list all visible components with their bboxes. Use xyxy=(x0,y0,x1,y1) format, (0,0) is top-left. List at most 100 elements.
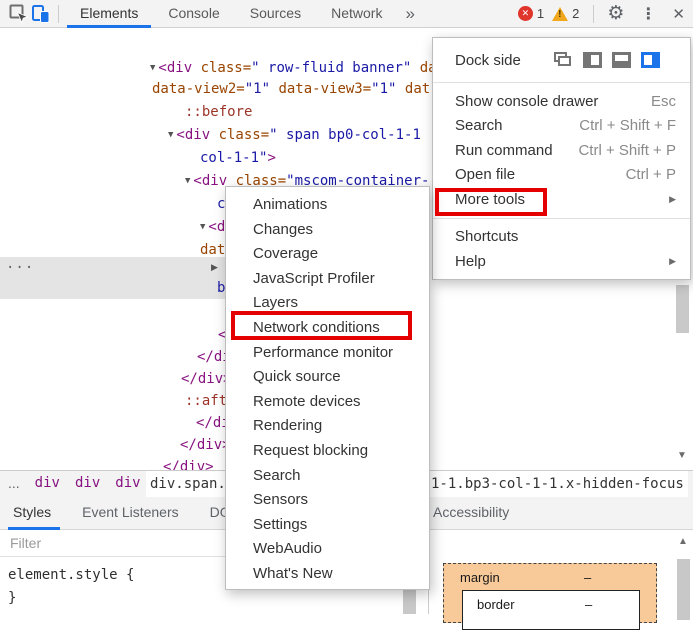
overflow-dots-icon[interactable]: ... xyxy=(6,256,34,272)
close-devtools-icon[interactable]: ✕ xyxy=(672,5,685,23)
breadcrumb-crumb[interactable]: div xyxy=(35,475,60,491)
computed-pane-scrollbar[interactable]: ▲ xyxy=(676,536,691,620)
submenu-item-quick-source[interactable]: Quick source xyxy=(226,365,429,390)
code-segment: <div xyxy=(193,173,228,189)
menu-item-shortcut: Ctrl + P xyxy=(625,166,676,184)
dom-tree-line[interactable]: data-view2="1" data-view3="1" dat xyxy=(152,79,430,99)
expand-arrow-icon: ▼ xyxy=(168,130,174,140)
submenu-item-settings[interactable]: Settings xyxy=(226,513,429,538)
submenu-item-webaudio[interactable]: WebAudio xyxy=(226,537,429,562)
menu-item-label: More tools xyxy=(455,190,526,208)
styles-scrollbar-thumb[interactable] xyxy=(403,587,416,614)
submenu-item-search[interactable]: Search xyxy=(226,464,429,489)
menu-item-shortcut: Esc xyxy=(650,92,676,110)
code-segment: class= xyxy=(192,60,252,76)
menu-item-shortcuts[interactable]: Shortcuts xyxy=(433,225,690,250)
tab-elements[interactable]: Elements xyxy=(65,0,153,28)
collapsed-arrow-icon[interactable]: ▶ xyxy=(211,262,218,273)
selected-dom-row[interactable]: ... ▶ b xyxy=(0,256,227,299)
submenu-item-network-conditions[interactable]: Network conditions xyxy=(226,316,429,341)
menu-item-run-command[interactable]: Run command Ctrl + Shift + P xyxy=(433,138,690,163)
code-segment: data-view2= xyxy=(152,81,245,97)
menu-item-label: Open file xyxy=(455,166,516,184)
dom-tree-line[interactable]: dat xyxy=(200,240,225,260)
more-tabs-icon[interactable]: » xyxy=(397,4,422,24)
dock-right-icon[interactable] xyxy=(641,52,660,68)
devtools-toolbar: Elements Console Sources Network » ✕ 1 ! 2 … xyxy=(0,0,693,28)
code-segment: dat xyxy=(200,242,226,258)
menu-item-label: Show console drawer xyxy=(455,92,599,110)
element-style-rule-open[interactable]: element.style { xyxy=(8,564,134,587)
dom-tree-line[interactable]: </div> xyxy=(180,435,231,455)
menu-item-search[interactable]: Search Ctrl + Shift + F xyxy=(433,114,690,139)
scrollbar-thumb[interactable] xyxy=(676,285,689,333)
margin-value[interactable]: – xyxy=(584,570,591,585)
submenu-item-coverage[interactable]: Coverage xyxy=(226,242,429,267)
expand-arrow-icon: ▼ xyxy=(150,63,156,73)
element-style-rule-close[interactable]: } xyxy=(8,587,134,610)
box-model-border[interactable]: border – xyxy=(462,590,640,630)
dom-tree-line[interactable]: ▼ <div class=" row-fluid banner" da xyxy=(150,58,437,78)
submenu-item-what-s-new[interactable]: What's New xyxy=(226,562,429,587)
submenu-item-layers[interactable]: Layers xyxy=(226,291,429,316)
code-segment: " span bp0-col-1-1 xyxy=(269,127,421,143)
undock-icon[interactable] xyxy=(554,52,573,68)
tab-console[interactable]: Console xyxy=(153,0,234,28)
dom-tree-line[interactable]: col-1-1"> xyxy=(200,148,276,168)
dom-tree-line[interactable]: ::before xyxy=(185,102,252,122)
breadcrumb-crumb[interactable]: div xyxy=(75,475,100,491)
border-label: border xyxy=(477,597,515,612)
tab-accessibility[interactable]: Accessibility xyxy=(433,497,509,530)
settings-gear-icon[interactable]: ⚙ xyxy=(607,4,624,23)
menu-item-label: Help xyxy=(455,252,486,270)
error-badge[interactable]: ✕ 1 xyxy=(517,6,544,21)
warning-count: 2 xyxy=(572,6,580,21)
breadcrumb-selected-right[interactable]: 1-1.bp3-col-1-1.x-hidden-focus xyxy=(427,471,688,497)
dom-tree-line[interactable]: ▼ <div class=" span bp0-col-1-1 xyxy=(168,125,421,145)
tab-event-listeners[interactable]: Event Listeners xyxy=(82,497,179,530)
submenu-item-changes[interactable]: Changes xyxy=(226,218,429,243)
tab-sources[interactable]: Sources xyxy=(235,0,316,28)
kebab-menu-icon[interactable]: ⋮ xyxy=(640,4,656,24)
scroll-up-icon[interactable]: ▲ xyxy=(678,536,688,547)
more-tools-submenu: Animations Changes Coverage JavaScript Prof… xyxy=(225,186,430,590)
submenu-item-rendering[interactable]: Rendering xyxy=(226,414,429,439)
code-segment: data-view3= xyxy=(270,81,372,97)
dock-bottom-icon[interactable] xyxy=(612,52,631,68)
menu-item-shortcut: Ctrl + Shift + F xyxy=(579,117,676,135)
expand-arrow-icon: ▼ xyxy=(200,222,206,232)
submenu-item-request-blocking[interactable]: Request blocking xyxy=(226,439,429,464)
border-value[interactable]: – xyxy=(585,597,592,612)
submenu-item-javascript-profiler[interactable]: JavaScript Profiler xyxy=(226,267,429,292)
margin-label: margin xyxy=(460,570,500,585)
box-model-margin[interactable]: margin – border – xyxy=(443,563,657,630)
toolbar-separator xyxy=(593,4,595,23)
dom-tree-line[interactable]: </div> xyxy=(181,369,232,389)
dock-left-icon[interactable] xyxy=(583,52,602,68)
menu-item-label: Search xyxy=(455,117,503,135)
menu-item-label: Shortcuts xyxy=(455,228,519,246)
scrollbar-thumb[interactable] xyxy=(677,559,690,620)
submenu-item-sensors[interactable]: Sensors xyxy=(226,488,429,513)
warning-badge[interactable]: ! 2 xyxy=(552,6,579,21)
submenu-item-animations[interactable]: Animations xyxy=(226,193,429,218)
style-rules[interactable]: element.style { } xyxy=(8,564,134,610)
code-segment: class= xyxy=(210,127,270,143)
menu-item-open-file[interactable]: Open file Ctrl + P xyxy=(433,163,690,188)
scroll-down-icon[interactable]: ▼ xyxy=(677,450,687,461)
menu-item-more-tools[interactable]: More tools ▶ xyxy=(433,187,690,212)
breadcrumb-overflow-icon[interactable]: ... xyxy=(8,475,20,491)
menu-item-help[interactable]: Help ▶ xyxy=(433,249,690,274)
breadcrumb-crumb[interactable]: div xyxy=(115,475,140,491)
submenu-item-remote-devices[interactable]: Remote devices xyxy=(226,390,429,415)
inspect-element-icon[interactable] xyxy=(8,3,30,25)
code-segment: " row-fluid banner" xyxy=(251,60,412,76)
tab-network[interactable]: Network xyxy=(316,0,397,28)
submenu-item-performance-monitor[interactable]: Performance monitor xyxy=(226,341,429,366)
tab-styles[interactable]: Styles xyxy=(7,497,61,530)
menu-item-show-console-drawer[interactable]: Show console drawer Esc xyxy=(433,89,690,114)
code-segment: </div> xyxy=(181,371,232,387)
menu-item-label: Run command xyxy=(455,141,553,159)
code-segment: </div> xyxy=(180,437,231,453)
device-toolbar-icon[interactable] xyxy=(30,3,52,25)
